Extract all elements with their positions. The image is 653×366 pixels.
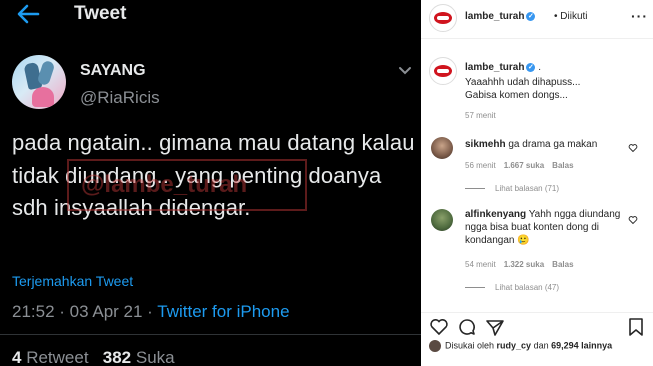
avatar-figure [36,59,56,87]
comment-likes[interactable]: 1.322 suka [504,260,544,269]
comment-text: alfinkenyang Yahh ngga diundang ngga bis… [465,209,621,246]
chevron-down-icon[interactable] [398,66,412,76]
user-handle[interactable]: @RiaRicis [80,88,160,108]
divider [0,334,421,335]
post-header: lambe_turah ✓ • Diikuti ··· [421,0,653,39]
avatar[interactable] [429,57,457,85]
share-icon[interactable] [485,317,505,337]
view-replies-link[interactable]: Lihat balasan (71) [465,184,559,193]
tweet-panel: Tweet SAYANG @RiaRicis pada ngatain.. gi… [0,0,421,366]
comment-text: sikmehh ga drama ga makan [465,139,598,150]
page-title: Tweet [74,3,127,24]
comment-meta: 56 menit 1.667 suka Balas [465,161,574,170]
verified-icon: ✓ [526,11,536,21]
lips-logo-icon [434,65,452,77]
avatar[interactable] [429,4,457,32]
like-label[interactable]: Suka [136,348,175,366]
heart-icon[interactable] [429,317,449,337]
heart-icon[interactable] [628,215,638,225]
reply-button[interactable]: Balas [552,161,573,170]
retweet-count[interactable]: 4 [12,348,21,366]
lips-logo-icon [434,12,452,24]
caption-line: Yaaahhh udah dihapuss... [465,77,581,88]
translate-tweet-link[interactable]: Terjemahkan Tweet [12,273,133,289]
like-count[interactable]: 382 [103,348,131,366]
caption-time: 57 menit [465,111,496,120]
comment-meta: 54 menit 1.322 suka Balas [465,260,574,269]
more-options-icon[interactable]: ··· [631,8,648,24]
reply-button[interactable]: Balas [552,260,573,269]
caption-username[interactable]: lambe_turah ✓ . [465,62,541,73]
avatar [429,340,441,352]
tweet-stats: 4 Retweet 382 Suka [12,348,175,366]
comment-likes[interactable]: 1.667 suka [504,161,544,170]
tweet-meta: 21:52 · 03 Apr 21 · Twitter for iPhone [12,302,290,321]
comment-username[interactable]: sikmehh [465,139,506,150]
liked-by-user[interactable]: rudy_cy [497,340,532,350]
comment-username[interactable]: alfinkenyang [465,209,526,220]
watermark: @lambe_turah [67,159,307,211]
avatar-figure [32,87,54,107]
caption-line: Gabisa komen dongs... [465,90,568,101]
post-username[interactable]: lambe_turah ✓ [465,11,536,22]
avatar[interactable] [431,209,453,231]
tweet-time: 21:52 [12,302,55,321]
retweet-label[interactable]: Retweet [26,348,88,366]
follow-status[interactable]: • Diikuti [554,11,588,22]
back-arrow-icon[interactable] [16,3,40,25]
verified-icon: ✓ [526,62,536,72]
tweet-source-link[interactable]: Twitter for iPhone [157,302,289,321]
heart-icon[interactable] [628,143,638,153]
tweet-date: 03 Apr 21 [69,302,143,321]
display-name[interactable]: SAYANG [80,62,146,80]
liked-by: Disukai oleh rudy_cy dan 69,294 lainnya [429,340,612,352]
avatar[interactable] [431,137,453,159]
instagram-panel: lambe_turah ✓ • Diikuti ··· lambe_turah ✓ … [421,0,653,366]
view-replies-link[interactable]: Lihat balasan (47) [465,283,559,292]
tweet-header: Tweet [0,0,421,30]
post-actions [421,312,653,343]
comment-icon[interactable] [457,317,477,337]
avatar[interactable] [12,55,66,109]
liked-by-count[interactable]: 69,294 lainnya [551,340,612,350]
bookmark-icon[interactable] [626,317,646,337]
